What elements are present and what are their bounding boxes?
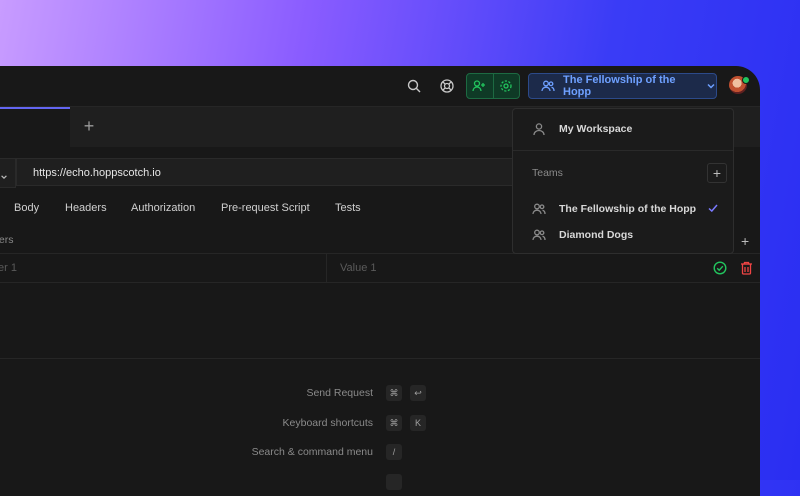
search-icon[interactable] — [406, 78, 422, 94]
invite-user-icon[interactable] — [472, 79, 486, 93]
tab-body[interactable]: Body — [14, 202, 39, 214]
kbd-key: ⌘ — [386, 415, 402, 431]
tab-tests[interactable]: Tests — [335, 202, 361, 214]
add-param-plus-icon[interactable]: + — [741, 233, 749, 249]
kbd-key: / — [386, 444, 402, 460]
kbd-key: ⌘ — [386, 385, 402, 401]
check-circle-icon[interactable] — [713, 261, 727, 280]
menu-item-label: Diamond Dogs — [559, 229, 634, 241]
users-icon — [541, 79, 555, 93]
method-select[interactable] — [0, 158, 16, 188]
chevron-down-icon — [706, 81, 716, 91]
chevron-down-icon — [0, 168, 8, 186]
menu-divider — [513, 150, 733, 151]
param-key-input[interactable]: er 1 — [0, 254, 327, 282]
add-team-button[interactable]: + — [707, 163, 727, 183]
param-row: er 1 Value 1 — [0, 253, 760, 283]
user-icon — [532, 122, 546, 136]
online-status-dot — [742, 76, 750, 84]
param-key-placeholder: er 1 — [0, 262, 17, 274]
section-divider — [0, 358, 760, 359]
invite-settings-group — [466, 73, 520, 99]
workspace-selector-button[interactable]: The Fellowship of the Hopp — [528, 73, 717, 99]
new-tab-button[interactable]: + — [80, 117, 98, 135]
help-icon[interactable] — [439, 78, 455, 94]
teams-section-label: Teams — [532, 167, 563, 179]
shortcut-label-keyboard: Keyboard shortcuts — [282, 417, 373, 429]
tab-headers[interactable]: Headers — [65, 202, 107, 214]
menu-item-label: The Fellowship of the Hopp — [559, 203, 697, 215]
check-icon — [707, 202, 719, 217]
menu-item-team-fellowship[interactable]: The Fellowship of the Hopp — [513, 197, 733, 221]
button-separator — [493, 74, 494, 98]
menu-item-my-workspace[interactable]: My Workspace — [513, 117, 733, 141]
plus-icon: + — [712, 165, 722, 181]
kbd-key: K — [410, 415, 426, 431]
tab-active-request[interactable] — [0, 107, 70, 147]
users-icon — [532, 202, 546, 216]
url-input[interactable]: https://echo.hoppscotch.io — [16, 158, 576, 186]
shortcut-label-search: Search & command menu — [251, 446, 373, 458]
kbd-key-partial — [386, 474, 402, 490]
menu-item-team-diamond-dogs[interactable]: Diamond Dogs — [513, 223, 733, 247]
settings-icon[interactable] — [499, 79, 513, 93]
tab-pre-request-script[interactable]: Pre-request Script — [221, 202, 310, 214]
top-header: The Fellowship of the Hopp — [0, 66, 760, 106]
kbd-key: ↩ — [410, 385, 426, 401]
workspace-selector-label: The Fellowship of the Hopp — [563, 74, 676, 98]
trash-icon[interactable] — [740, 261, 753, 280]
users-icon — [532, 228, 546, 242]
param-value-input[interactable]: Value 1 — [340, 254, 377, 282]
shortcut-label-send: Send Request — [306, 387, 373, 399]
params-label: ters — [0, 234, 14, 246]
tab-authorization[interactable]: Authorization — [131, 202, 195, 214]
menu-item-label: My Workspace — [559, 123, 633, 135]
workspace-dropdown-menu: My Workspace Teams + The Fellowship of t… — [512, 108, 734, 254]
